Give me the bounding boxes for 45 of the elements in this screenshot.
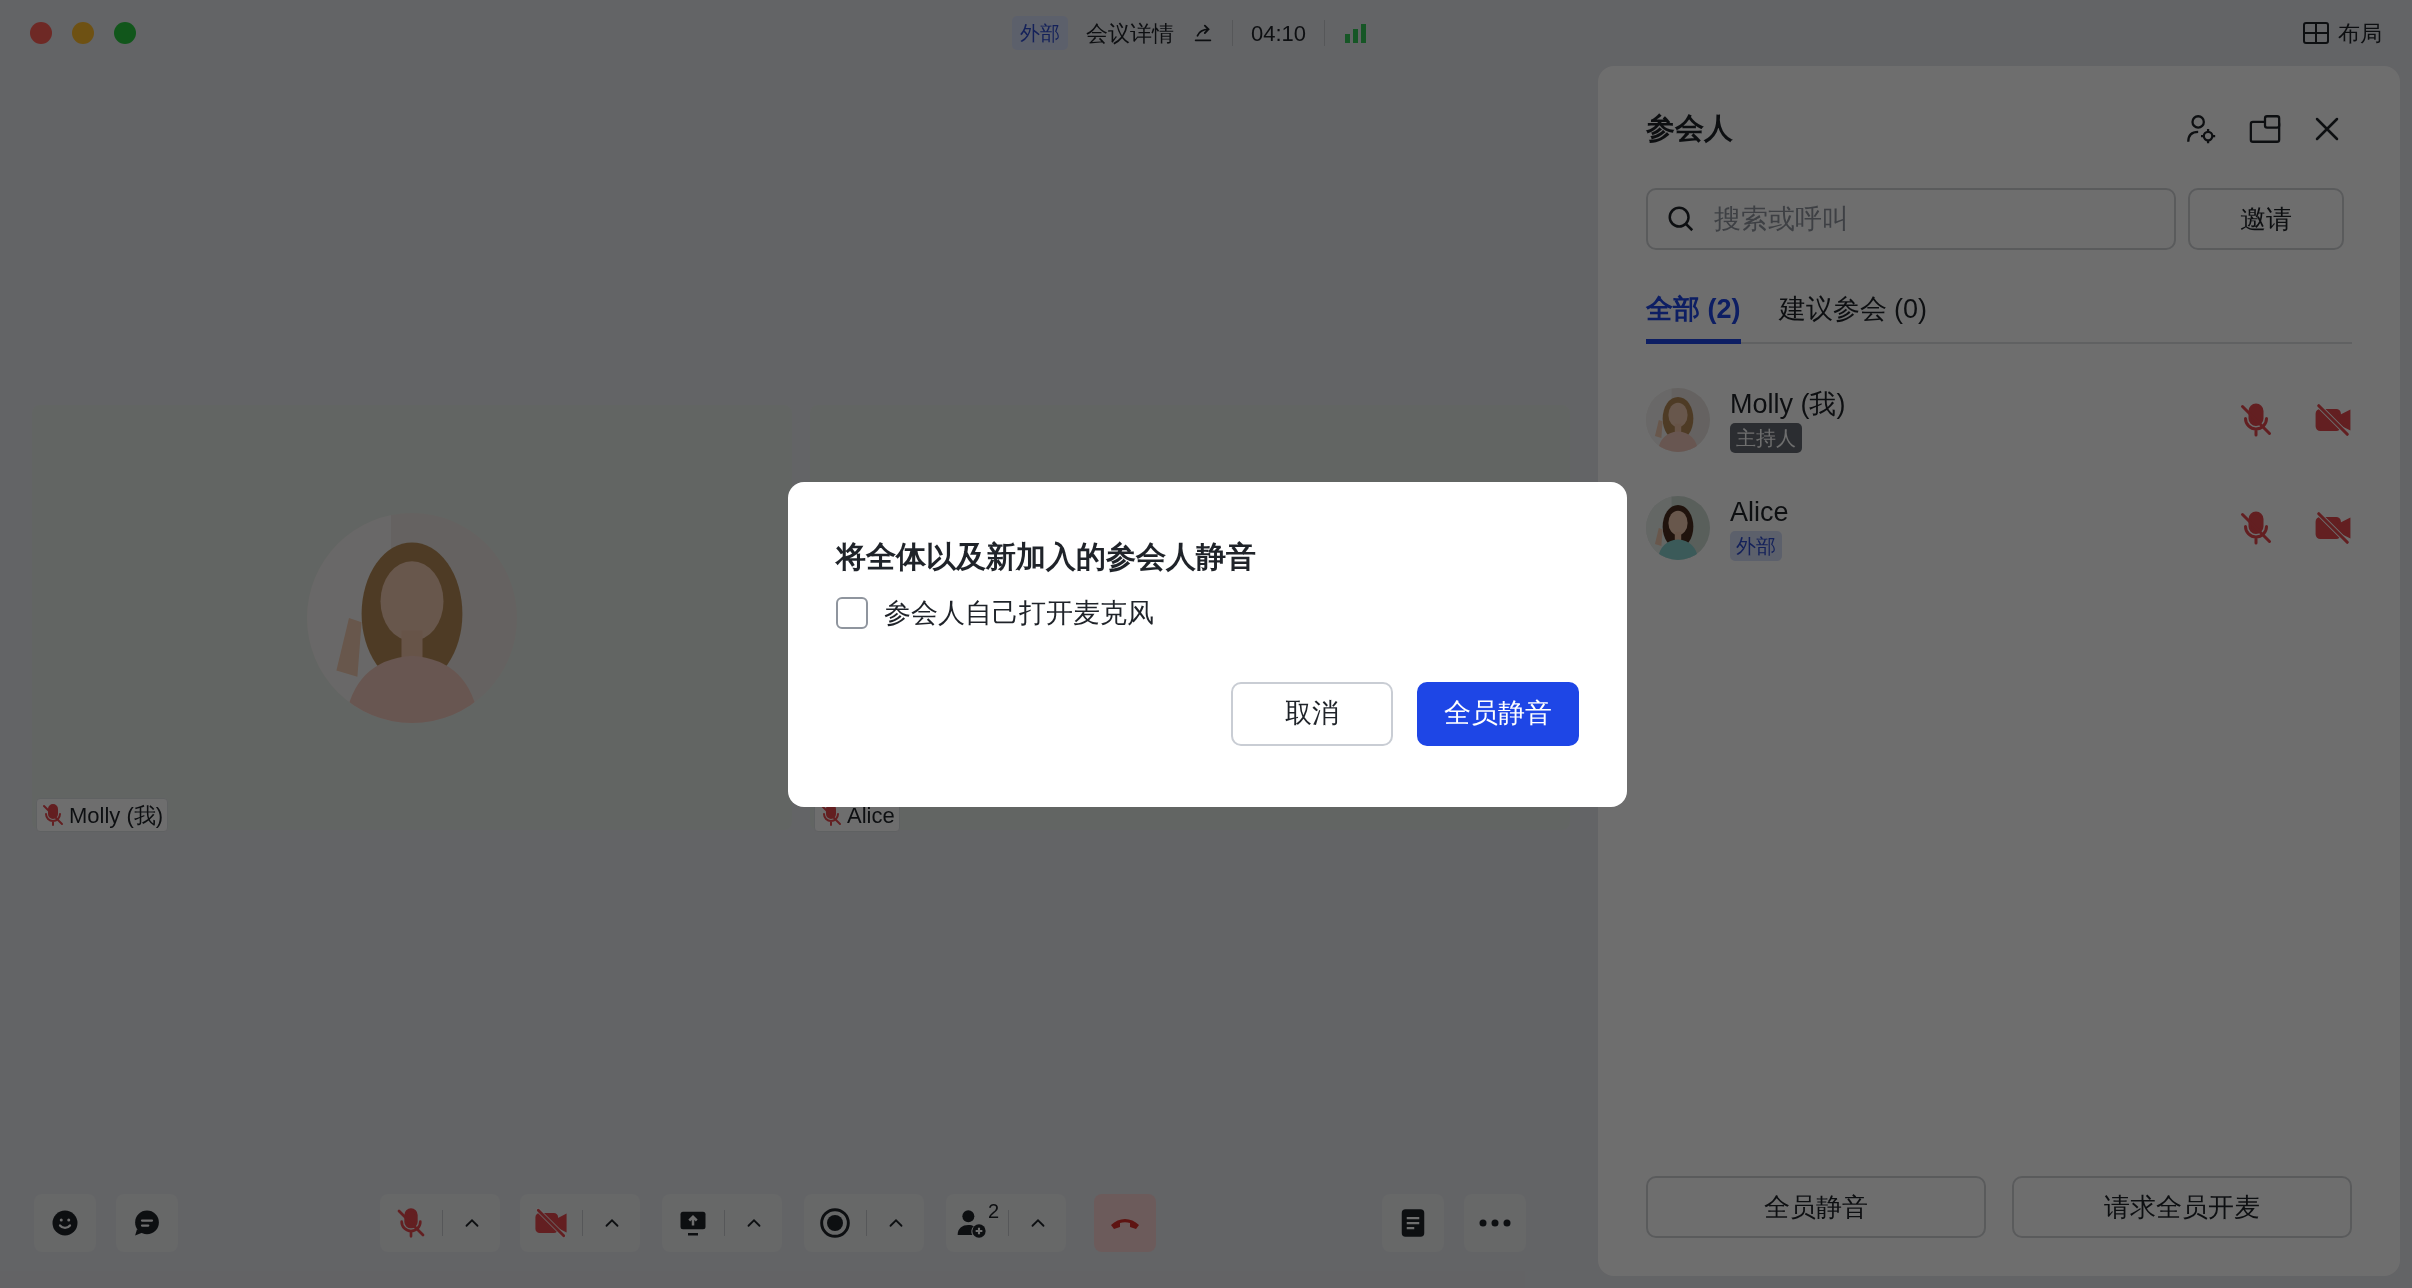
dialog-title: 将全体以及新加入的参会人静音 bbox=[836, 539, 1257, 575]
layout-button[interactable]: 布局 bbox=[2302, 16, 2382, 50]
chat-button[interactable] bbox=[116, 1194, 178, 1252]
more-button[interactable] bbox=[1464, 1194, 1526, 1252]
tab[interactable]: 全部 (2) bbox=[1646, 280, 1741, 344]
window-title[interactable]: 会议详情 bbox=[1086, 16, 1174, 50]
checkbox[interactable] bbox=[836, 597, 868, 630]
microphone-control[interactable] bbox=[380, 1194, 500, 1252]
panel-title: 参会人 bbox=[1646, 111, 1733, 147]
person-settings-icon[interactable] bbox=[2184, 112, 2218, 146]
participant-name: Molly (我) bbox=[1730, 388, 1846, 421]
role-badge: 主持人 bbox=[1730, 423, 1802, 453]
camera-control[interactable] bbox=[520, 1194, 640, 1252]
participant-name: Alice bbox=[1730, 496, 1789, 529]
notes-button[interactable] bbox=[1382, 1194, 1444, 1252]
smiley-icon bbox=[50, 1208, 80, 1238]
role-badge: 外部 bbox=[1730, 531, 1782, 561]
end-call-button[interactable] bbox=[1094, 1194, 1156, 1252]
participant-count: 2 bbox=[987, 1201, 1000, 1221]
window-control[interactable] bbox=[30, 22, 52, 44]
tab[interactable]: 建议参会 (0) bbox=[1778, 280, 1927, 344]
search-icon bbox=[1666, 204, 1696, 234]
pop-out-window-icon[interactable] bbox=[2248, 112, 2282, 146]
record-icon bbox=[819, 1207, 851, 1239]
participant-row[interactable]: Alice 外部 bbox=[1646, 474, 2352, 582]
participants-control[interactable]: 2 bbox=[946, 1194, 1066, 1252]
footer-button[interactable]: 全员静音 bbox=[1646, 1176, 1986, 1238]
screen-share-control[interactable] bbox=[662, 1194, 782, 1252]
participant-row[interactable]: Molly (我) 主持人 bbox=[1646, 366, 2352, 474]
meeting-timer: 04:10 bbox=[1251, 19, 1307, 48]
footer-button[interactable]: 请求全员开麦 bbox=[2012, 1176, 2352, 1238]
invite-button[interactable]: 邀请 bbox=[2188, 188, 2344, 250]
confirm-button[interactable]: 全员静音 bbox=[1417, 681, 1579, 746]
chat-bubble-icon bbox=[132, 1208, 162, 1238]
more-icon bbox=[1477, 1218, 1513, 1228]
cancel-button[interactable]: 取消 bbox=[1231, 681, 1393, 746]
participant-name: Molly (我) bbox=[69, 801, 164, 830]
document-icon bbox=[1400, 1208, 1426, 1238]
record-control[interactable] bbox=[804, 1194, 924, 1252]
reaction-button[interactable] bbox=[34, 1194, 96, 1252]
external-badge: 外部 bbox=[1012, 16, 1068, 50]
checkbox-label: 参会人自己打开麦克风 bbox=[884, 597, 1154, 630]
share-icon[interactable] bbox=[1192, 22, 1214, 44]
participant-name: Alice bbox=[847, 801, 895, 830]
grid-icon bbox=[2302, 21, 2330, 45]
